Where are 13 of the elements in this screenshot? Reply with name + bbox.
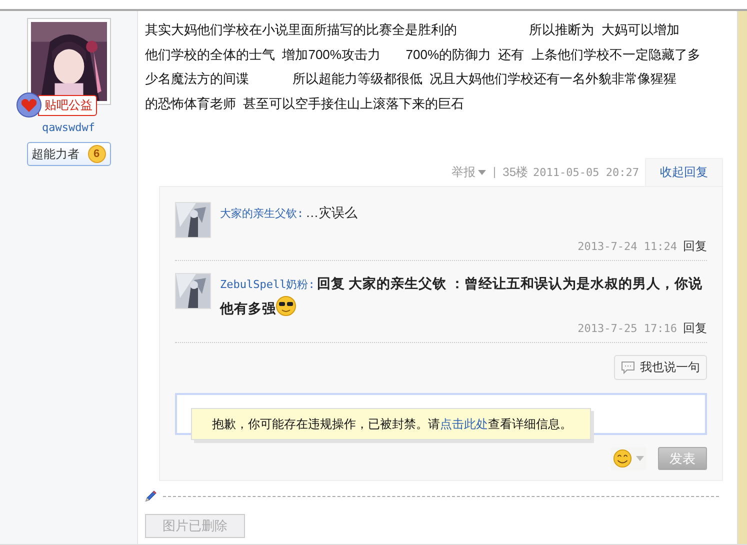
floor-number: 35楼 (502, 164, 528, 180)
reply-text: ZebulSpell奶粉:回复 大家的亲生父钦 ：曾经让五和误认为是水叔的男人，你说他有多强 (220, 275, 704, 318)
post-text-line: 其实大妈他们学校在小说里面所描写的比赛全是胜利的 所以推断为 大妈可以增加 (145, 21, 680, 39)
reply-time: 2013-7-24 11:24 (578, 240, 677, 253)
ban-notice-text: 抱歉，你可能存在违规操作，已被封禁。请点击此处查看详细信息。 (212, 416, 572, 432)
reply-text: 大家的亲生父钦:…灾误么 (220, 204, 358, 222)
post-text-line: 他们学校的全体的士气 增加700%攻击力 700%的防御力 还有 上条他们学校不一定隐藏了多 (145, 46, 702, 64)
reply-time: 2013-7-25 17:16 (578, 322, 677, 335)
post-text-line: 的恐怖体育老师 甚至可以空手接住山上滚落下来的巨石 (145, 94, 466, 112)
rank-title: 超能力者 (32, 146, 80, 162)
post-time: 2011-05-05 20:27 (533, 166, 639, 178)
badge-label: 贴吧公益 (38, 94, 96, 116)
post-text-line: 少名魔法方的间谍 所以超能力等级都很低 况且大妈他们学校还有一名外貌非常像猩猩 (145, 70, 678, 88)
